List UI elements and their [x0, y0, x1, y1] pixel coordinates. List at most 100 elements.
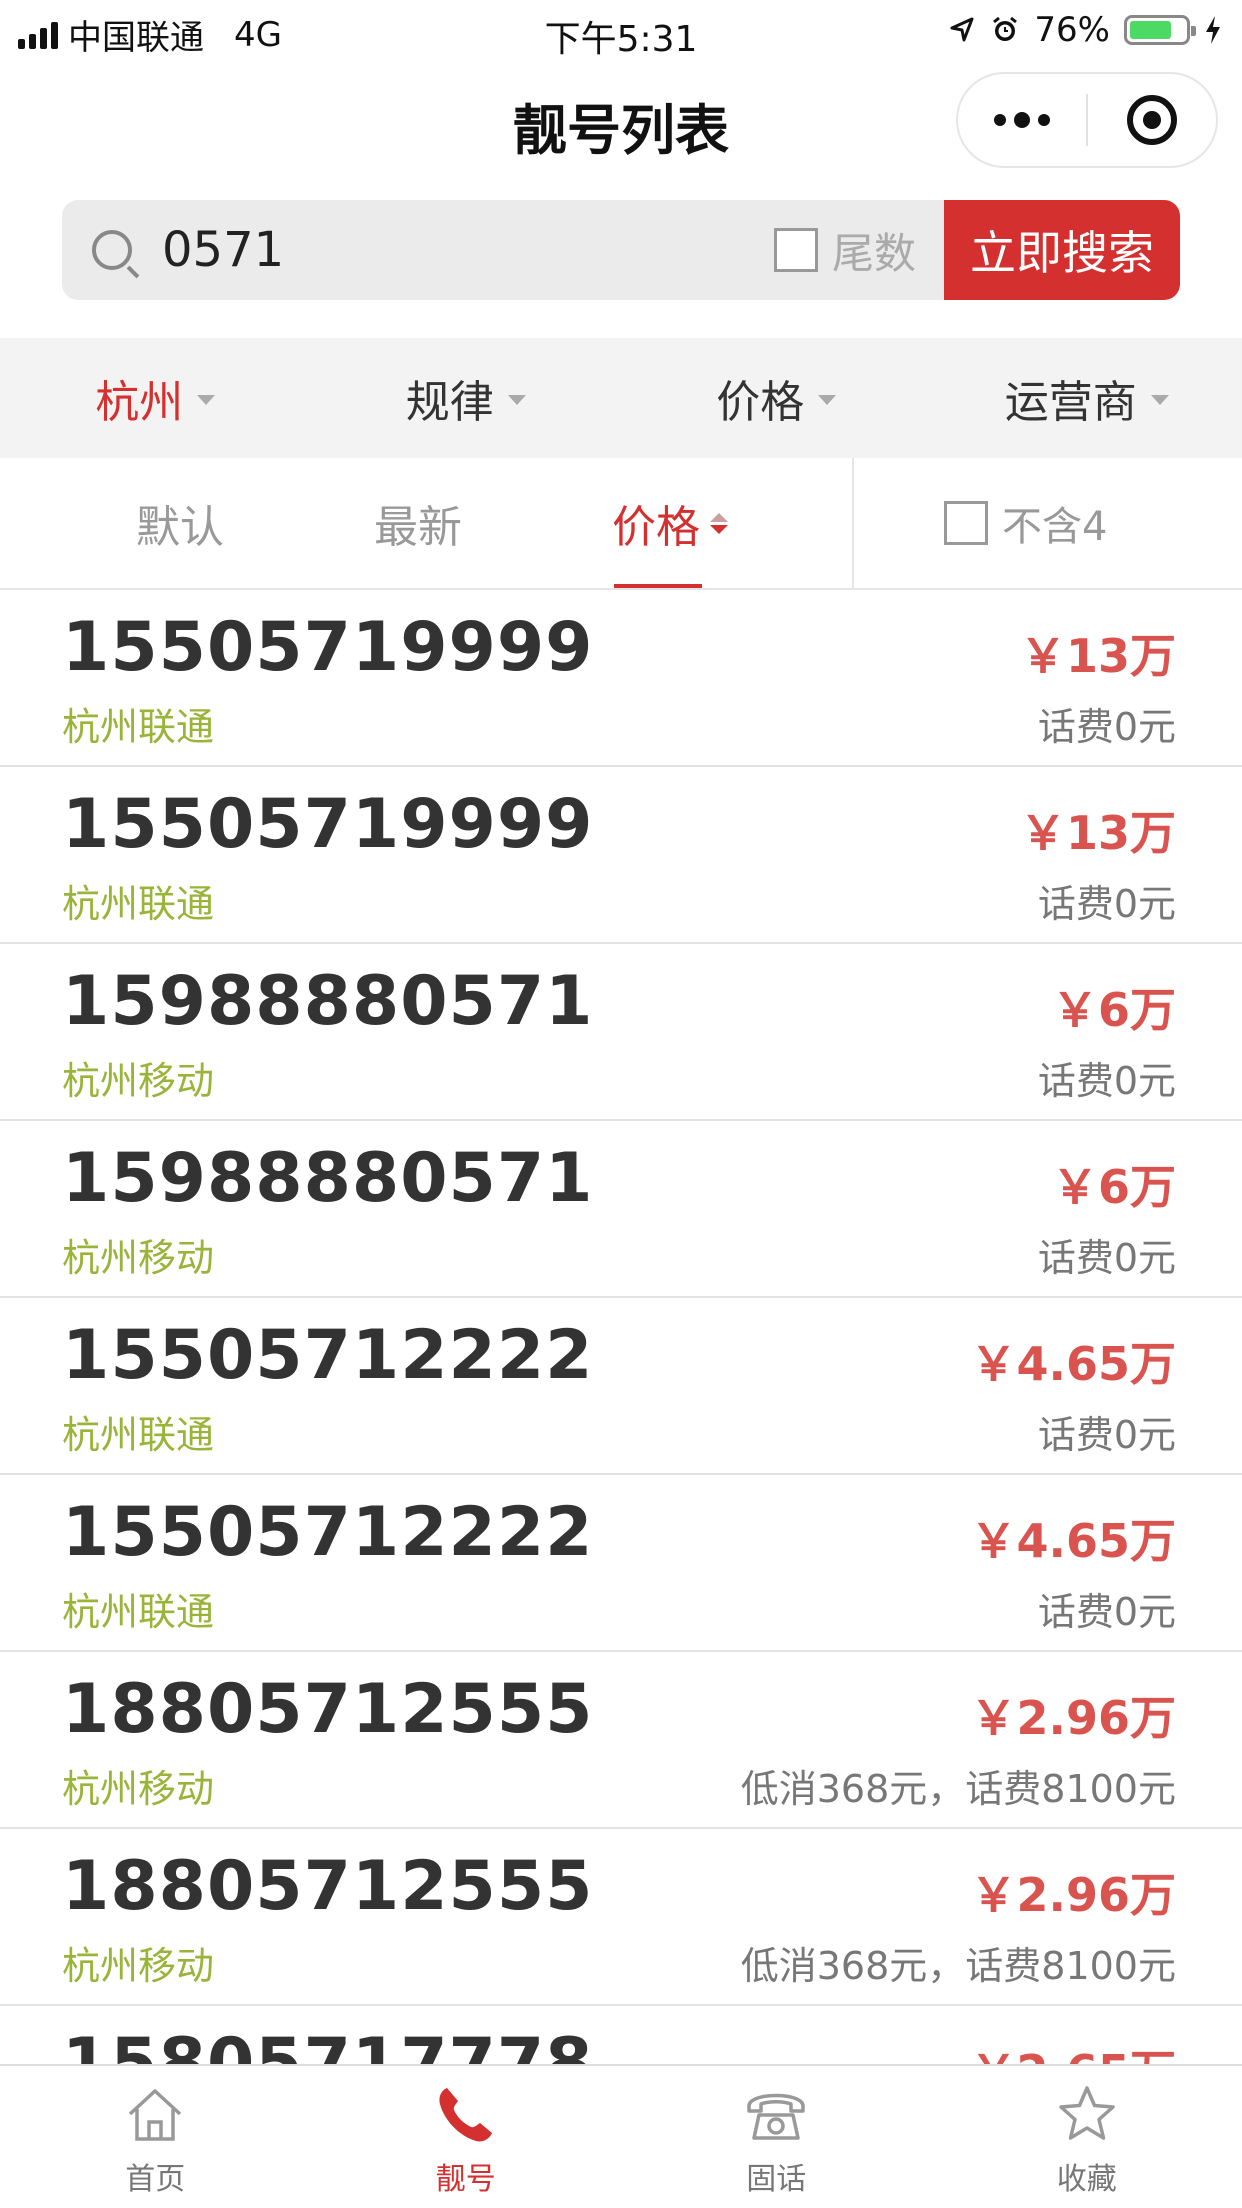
phone-number: 15505719999 [62, 608, 594, 687]
filter-operator[interactable]: 运营商 [932, 338, 1242, 458]
sort-latest-tab[interactable]: 最新 [374, 458, 462, 588]
chevron-down-icon [818, 395, 837, 405]
chevron-down-icon [507, 395, 526, 405]
phone-number: 15988880571 [62, 1139, 594, 1218]
phone-number: 15805717778 [62, 2024, 594, 2064]
number-row[interactable]: 15505712222 杭州联通 ￥4.65万话费0元 [0, 1298, 1242, 1475]
number-row[interactable]: 15988880571 杭州移动 ￥6万话费0元 [0, 1121, 1242, 1298]
carrier-label: 杭州移动 [62, 1059, 215, 1103]
search-button[interactable]: 立即搜索 [944, 200, 1180, 300]
price-label: ￥13万 [1019, 629, 1176, 683]
fee-label: 话费0元 [1037, 1236, 1176, 1280]
sort-bar: 默认 最新 价格 不含4 [0, 458, 1242, 590]
phone-number: 18805712555 [62, 1847, 594, 1926]
number-row[interactable]: 15805717778 ￥2.65万 [0, 2006, 1242, 2064]
sort-price-label: 价格 [612, 502, 700, 553]
price-label: ￥2.65万 [971, 2036, 1177, 2064]
more-dots-icon [994, 112, 1050, 128]
carrier-label: 杭州联通 [62, 1590, 215, 1634]
location-icon [950, 17, 974, 42]
carrier-label: 杭州联通 [62, 705, 215, 749]
number-list: 15505719999 杭州联通 ￥13万 话费0元 15505719999 杭州联通 ￥1… [0, 590, 1242, 2064]
status-bar: 中国联通 4G 下午5:31 76% [0, 0, 1242, 62]
price-label: ￥4.65万 [970, 1514, 1177, 1568]
fee-label: 话费0元 [1037, 1413, 1176, 1457]
tab-numbers[interactable]: 靓号 [311, 2066, 622, 2208]
phone-icon [439, 2088, 492, 2142]
number-row[interactable]: 18805712555 杭州移动 ￥2.96万低消368元，话费8100元 [0, 1829, 1242, 2006]
phone-number: 18805712555 [62, 1670, 594, 1749]
phone-number: 15505712222 [62, 1493, 594, 1572]
filter-pattern-label: 规律 [405, 377, 494, 428]
filter-price[interactable]: 价格 [621, 338, 932, 458]
tail-checkbox[interactable]: 尾数 [774, 220, 916, 281]
tab-home[interactable]: 首页 [0, 2066, 311, 2208]
more-button[interactable] [958, 74, 1086, 166]
filter-pattern[interactable]: 规律 [311, 338, 622, 458]
miniprogram-capsule [956, 72, 1218, 168]
carrier-label: 杭州移动 [62, 1767, 215, 1811]
sort-divider [852, 458, 854, 588]
alarm-icon [993, 16, 1018, 41]
tab-favorites-label: 收藏 [1056, 2162, 1117, 2197]
number-row[interactable]: 15505719999 杭州联通 ￥13万话费0元 [0, 590, 1242, 767]
landline-icon [747, 2093, 805, 2140]
active-tab-underline [614, 584, 702, 588]
nav-bar: 靓号列表 [0, 62, 1242, 180]
filter-bar: 杭州 规律 价格 运营商 [0, 338, 1242, 458]
tab-numbers-label: 靓号 [435, 2162, 496, 2197]
chevron-down-icon [197, 395, 216, 405]
battery-level [1130, 21, 1172, 39]
charging-icon [1206, 16, 1220, 44]
filter-city-label: 杭州 [95, 377, 184, 428]
tab-landline-label: 固话 [746, 2162, 807, 2197]
fee-label: 低消368元，话费8100元 [740, 1944, 1176, 1988]
battery-icon [1124, 15, 1196, 45]
carrier-label: 杭州移动 [62, 1944, 215, 1988]
fee-label: 话费0元 [1037, 882, 1176, 926]
price-label: ￥2.96万 [970, 1691, 1177, 1745]
chevron-down-icon [1150, 395, 1169, 405]
tab-favorites[interactable]: 收藏 [932, 2066, 1242, 2208]
phone-number: 15505719999 [62, 785, 594, 864]
phone-number: 15988880571 [62, 962, 594, 1041]
exclude-4-checkbox[interactable] [944, 501, 988, 545]
fee-label: 话费0元 [1037, 705, 1176, 749]
fee-label: 话费0元 [1037, 1059, 1176, 1103]
phone-number: 15505712222 [62, 1316, 594, 1395]
filter-price-label: 价格 [716, 377, 805, 428]
tab-landline[interactable]: 固话 [621, 2066, 932, 2208]
battery-percent: 76% [1034, 10, 1110, 50]
search-icon [92, 230, 132, 270]
search-input[interactable] [162, 222, 722, 278]
number-row[interactable]: 18805712555 杭州移动 ￥2.96万低消368元，话费8100元 [0, 1652, 1242, 1829]
filter-city[interactable]: 杭州 [0, 338, 311, 458]
price-label: ￥4.65万 [970, 1337, 1177, 1391]
tail-label: 尾数 [832, 228, 917, 278]
price-label: ￥6万 [1051, 1160, 1176, 1214]
exclude-4-label: 不含4 [1002, 504, 1108, 550]
tail-checkbox-box[interactable] [774, 228, 818, 272]
fee-label: 话费0元 [1037, 1590, 1176, 1634]
sort-default-tab[interactable]: 默认 [136, 458, 224, 588]
filter-operator-label: 运营商 [1004, 377, 1137, 428]
target-icon [1127, 95, 1177, 145]
carrier-label: 杭州联通 [62, 1413, 215, 1457]
tab-home-label: 首页 [125, 2162, 186, 2197]
sort-arrows-icon [710, 512, 728, 534]
star-icon [1059, 2086, 1115, 2140]
close-miniprogram-button[interactable] [1088, 74, 1216, 166]
tab-bar: 首页 靓号 固话 收藏 [0, 2064, 1242, 2208]
exclude-4-toggle[interactable]: 不含4 [944, 458, 1107, 588]
number-row[interactable]: 15988880571 杭州移动 ￥6万话费0元 [0, 944, 1242, 1121]
price-label: ￥2.96万 [970, 1868, 1177, 1922]
carrier-label: 杭州移动 [62, 1236, 215, 1280]
number-row[interactable]: 15505712222 杭州联通 ￥4.65万话费0元 [0, 1475, 1242, 1652]
number-row[interactable]: 15505719999 杭州联通 ￥13万 话费0元 [0, 767, 1242, 944]
fee-label: 低消368元，话费8100元 [740, 1767, 1176, 1811]
search-bar: 尾数 立即搜索 [62, 200, 1180, 300]
price-label: ￥6万 [1051, 983, 1176, 1037]
carrier-label: 杭州联通 [62, 882, 215, 926]
sort-price-tab[interactable]: 价格 [612, 458, 728, 588]
home-icon [129, 2089, 182, 2141]
